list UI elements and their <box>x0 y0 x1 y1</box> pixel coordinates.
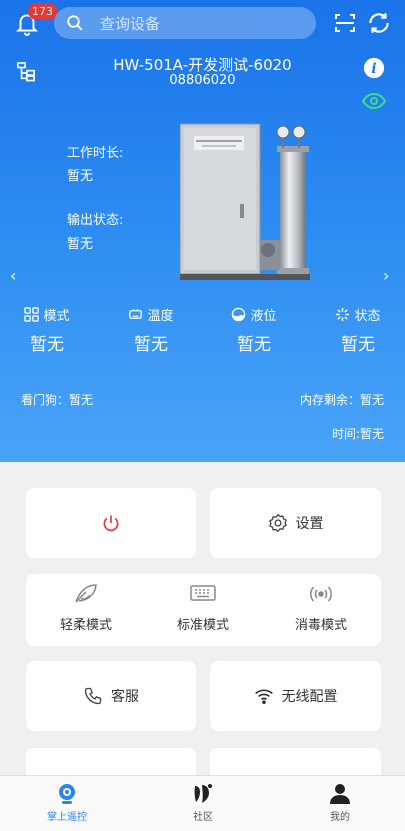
standard-mode-button[interactable]: 标准模式 <box>153 582 253 633</box>
metric-level: 液位 暂无 <box>219 305 289 355</box>
notification-badge: 173 <box>28 3 57 20</box>
wifi-icon <box>254 689 273 705</box>
settings-label: 设置 <box>295 516 324 532</box>
mode-grid-icon <box>24 307 40 322</box>
next-device-arrow[interactable]: › <box>383 266 389 285</box>
search-bar[interactable]: 查询设备 <box>54 7 316 39</box>
disinfect-mode-button[interactable]: 消毒模式 <box>271 582 371 633</box>
community-icon <box>194 784 212 803</box>
temperature-icon <box>129 309 143 319</box>
mode-label: 消毒模式 <box>294 618 347 633</box>
bottom-tab-bar: 掌上遥控 社区 我的 <box>0 775 405 831</box>
metric-value: 暂无 <box>237 335 271 355</box>
phone-icon <box>84 687 102 705</box>
mode-label: 标准模式 <box>176 618 229 633</box>
search-input[interactable]: 查询设备 <box>100 13 160 34</box>
customer-service-label: 客服 <box>111 689 139 705</box>
wifi-config-button[interactable]: 无线配置 <box>210 661 381 731</box>
output-status-value: 暂无 <box>67 237 94 252</box>
info-icon[interactable]: i <box>363 57 385 79</box>
prev-device-arrow[interactable]: ‹ <box>10 266 16 285</box>
device-image <box>180 123 310 280</box>
wifi-config-label: 无线配置 <box>281 689 338 705</box>
keyboard-icon <box>190 585 216 601</box>
device-name: HW-501A-开发测试-6020 <box>113 56 292 74</box>
work-duration-value: 暂无 <box>67 169 94 184</box>
tab-profile[interactable]: 我的 <box>300 782 380 823</box>
metric-mode: 模式 暂无 <box>12 305 82 355</box>
metric-value: 暂无 <box>30 335 64 355</box>
svg-text:i: i <box>371 61 376 77</box>
metric-label: 液位 <box>250 309 277 324</box>
tab-remote-control[interactable]: 掌上遥控 <box>27 782 107 823</box>
work-duration-label: 工作时长: <box>67 146 124 161</box>
tab-community[interactable]: 社区 <box>163 782 243 823</box>
signal-icon <box>310 586 332 602</box>
customer-service-button[interactable]: 客服 <box>26 661 196 731</box>
memory-remaining: 内存剩余：暂无 <box>299 393 384 407</box>
settings-button[interactable]: 设置 <box>210 488 381 558</box>
watchdog-status: 看门狗：暂无 <box>21 393 94 407</box>
top-bar: 173 查询设备 <box>0 0 405 46</box>
metric-temperature: 温度 暂无 <box>116 305 186 355</box>
status-icon <box>336 307 350 322</box>
metric-label: 温度 <box>147 309 174 324</box>
eye-icon[interactable] <box>362 93 386 109</box>
refresh-icon[interactable] <box>366 10 392 36</box>
remote-control-icon <box>59 784 75 804</box>
gentle-mode-button[interactable]: 轻柔模式 <box>36 582 136 633</box>
device-time: 时间:暂无 <box>331 427 384 441</box>
tab-label: 掌上遥控 <box>47 812 87 823</box>
power-button[interactable] <box>26 488 196 558</box>
mode-selector: 轻柔模式 标准模式 消毒模式 <box>26 574 381 646</box>
metric-label: 状态 <box>354 309 381 324</box>
metric-label: 模式 <box>43 309 70 324</box>
power-icon <box>103 515 119 532</box>
tab-label: 社区 <box>193 812 213 823</box>
metric-status: 状态 暂无 <box>323 305 393 355</box>
level-icon <box>232 307 246 322</box>
profile-icon <box>330 784 350 804</box>
scan-icon[interactable] <box>333 11 357 35</box>
device-hero: 173 查询设备 HW-501A-开发测试-6020 08806020 i 工作… <box>0 0 405 462</box>
gear-icon <box>268 513 287 533</box>
tab-label: 我的 <box>330 812 350 823</box>
mode-label: 轻柔模式 <box>59 618 112 633</box>
search-icon <box>67 15 83 31</box>
metric-value: 暂无 <box>134 335 168 355</box>
device-id: 08806020 <box>169 73 236 88</box>
metric-value: 暂无 <box>341 335 375 355</box>
feather-icon <box>75 584 97 603</box>
output-status-label: 输出状态: <box>67 213 124 228</box>
